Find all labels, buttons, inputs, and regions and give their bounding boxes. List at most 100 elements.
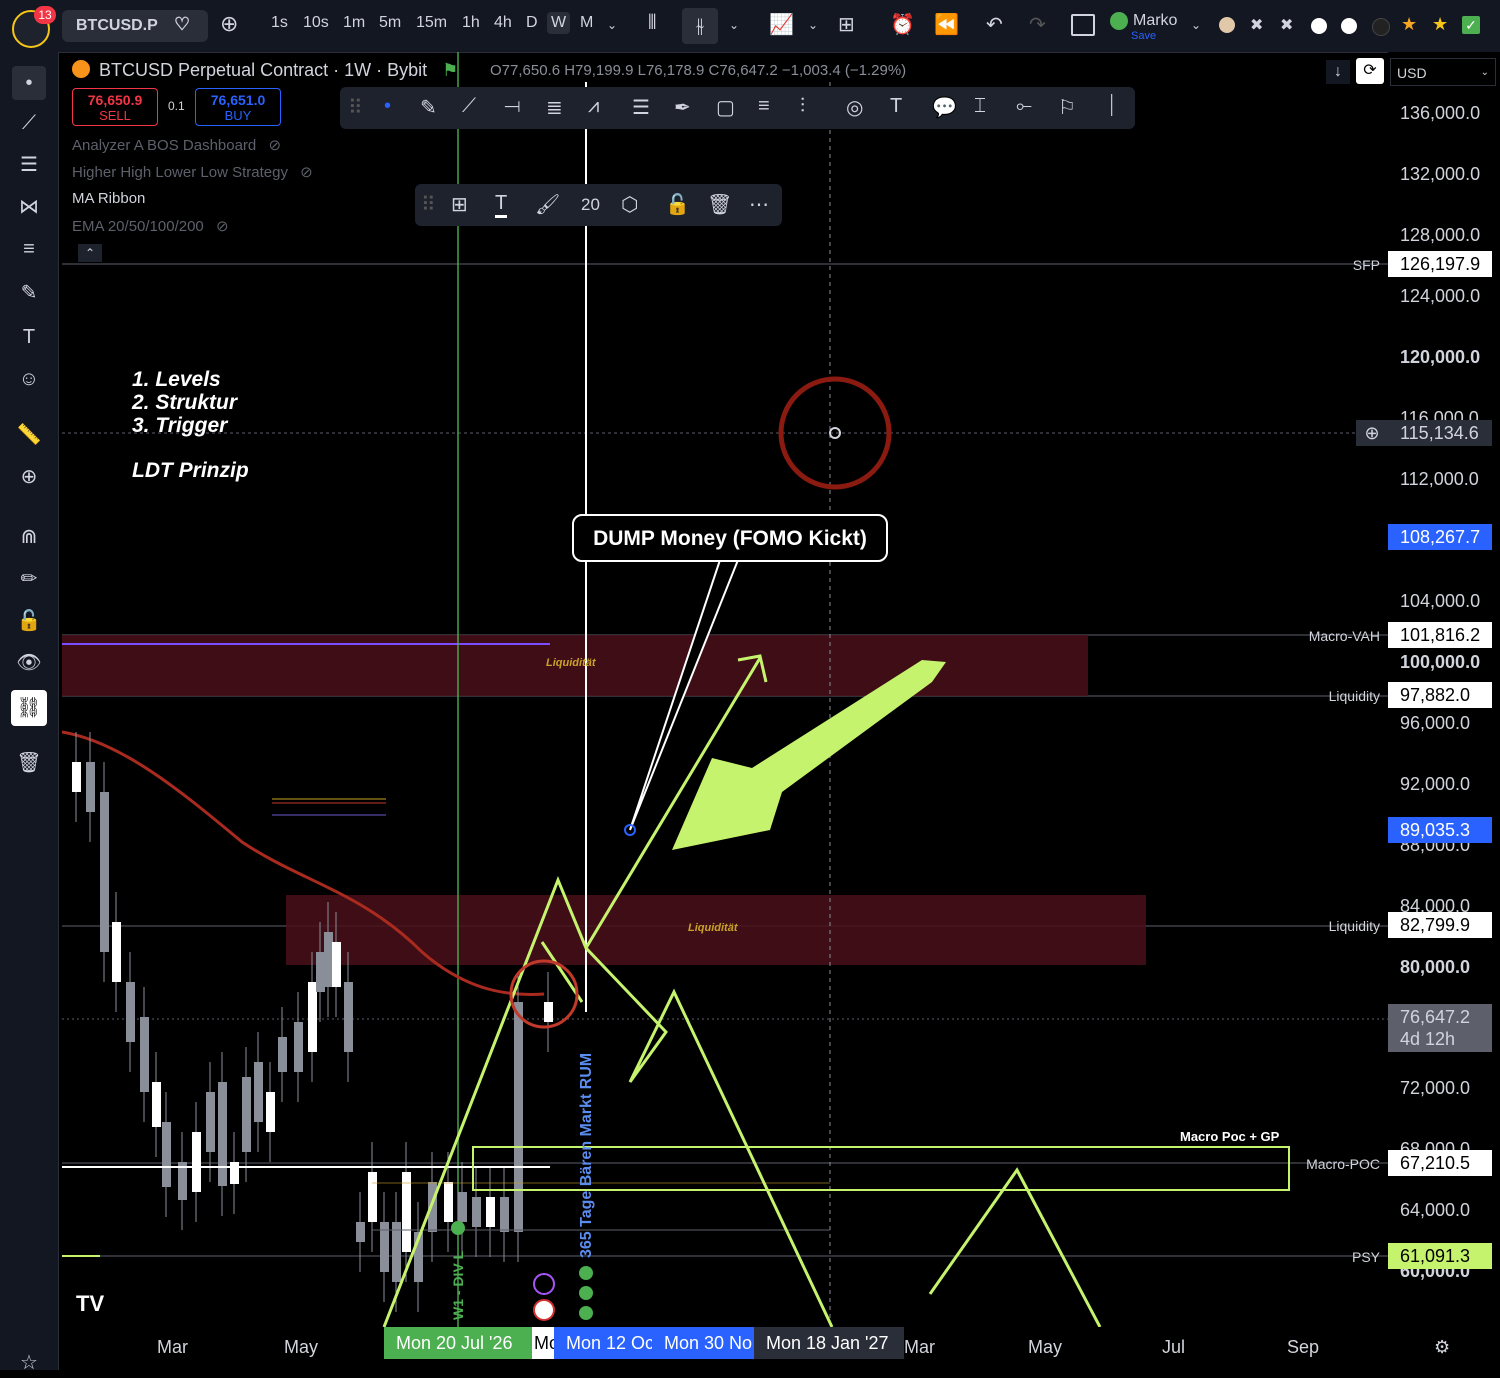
drag-handle-icon[interactable]: ⠿ [348, 95, 363, 120]
lock-icon[interactable]: 🔓 [665, 192, 690, 217]
link-icon[interactable]: ⛓ [11, 690, 47, 726]
widget-icon-1[interactable] [1219, 17, 1235, 33]
user-name[interactable]: Marko [1133, 12, 1177, 30]
crosshair-plus-icon[interactable]: ⊕ [1356, 420, 1388, 446]
trendline-icon[interactable]: ⟋ [14, 108, 44, 138]
currency-select[interactable]: USD ⌄ [1390, 58, 1496, 86]
tf-5m[interactable]: 5m [379, 14, 401, 32]
chevron-down-icon[interactable]: ⌄ [607, 18, 617, 32]
candle-body [126, 982, 135, 1042]
emoji-icon[interactable]: ☺ [14, 364, 44, 394]
parallel-channel-icon[interactable]: ≣ [546, 95, 563, 120]
chevron-down-icon[interactable]: ⌄ [808, 18, 818, 32]
star-icon[interactable]: ★ [1432, 14, 1448, 35]
favorites-star-icon[interactable]: ☆ [14, 1348, 44, 1378]
compare-add-icon[interactable]: ⊕ [220, 11, 238, 37]
delete-icon[interactable]: 🗑 [707, 192, 732, 217]
trendline-icon[interactable]: ⟋ [462, 95, 476, 118]
settings-gear-icon[interactable]: ⚙ [1434, 1337, 1450, 1358]
undo-icon[interactable]: ↶ [986, 12, 1003, 37]
save-label[interactable]: Save [1131, 30, 1156, 42]
bar-chart-icon[interactable]: ⫴ [648, 12, 656, 35]
magnet-icon[interactable]: ⋒ [14, 522, 44, 552]
fill-color-icon[interactable]: 🖌 [535, 192, 560, 217]
drag-handle-icon[interactable]: ⠿ [421, 192, 436, 217]
long-position-icon[interactable]: ⚐ [1058, 95, 1076, 120]
strategy-notes[interactable]: 1. Levels 2. Struktur 3. Trigger LDT Pri… [132, 368, 249, 482]
replay-icon[interactable]: ⏪ [934, 12, 959, 37]
text-icon[interactable]: T [890, 95, 902, 118]
tf-1m[interactable]: 1m [343, 14, 365, 32]
color-dot-icon[interactable]: • [384, 95, 391, 118]
indicator-analyzer[interactable]: Analyzer A BOS Dashboard ⊘ [72, 136, 281, 154]
layouts-grid-icon[interactable]: ⊞ [838, 12, 855, 37]
notification-badge[interactable]: 13 [34, 6, 56, 24]
pattern-icon[interactable]: ⋈ [14, 192, 44, 222]
symbol-search-button[interactable]: BTCUSD.P ♡ [62, 10, 208, 42]
widget-icon-6[interactable] [1372, 18, 1390, 36]
chart-title[interactable]: BTCUSD Perpetual Contract · 1W · Bybit ⚑ [72, 60, 458, 81]
price-range-icon[interactable]: ⌶ [974, 95, 986, 118]
vertical-line-icon[interactable]: ⏐ [1106, 95, 1117, 118]
indicator-ema[interactable]: EMA 20/50/100/200 ⊘ [72, 217, 229, 235]
regression-icon[interactable]: ☰ [632, 95, 650, 120]
tf-15m[interactable]: 15m [416, 14, 447, 32]
pencil-lock-icon[interactable]: ✏ [14, 564, 44, 594]
watchlist-heart-icon[interactable]: ♡ [174, 14, 190, 35]
date-range-icon[interactable]: ⟜ [1016, 95, 1032, 118]
pen-icon[interactable]: ✒ [674, 95, 691, 120]
rectangle-icon[interactable]: ▢ [716, 95, 735, 120]
tf-1s[interactable]: 1s [271, 14, 288, 32]
widget-icon-5[interactable] [1341, 18, 1357, 34]
tf-10s[interactable]: 10s [303, 14, 329, 32]
fib-retracement-icon[interactable]: ≡ [758, 95, 770, 118]
sell-button[interactable]: 76,650.9 SELL [72, 88, 158, 126]
indicator-ma-ribbon[interactable]: MA Ribbon [72, 190, 145, 207]
widget-icon-3[interactable]: ✖ [1280, 15, 1293, 35]
text-color-icon[interactable]: T [495, 192, 508, 218]
settings-icon[interactable]: ⬡ [621, 192, 638, 217]
lock-icon[interactable]: 🔓 [14, 606, 44, 636]
zigzag-icon[interactable]: ⩘ [588, 95, 599, 118]
redo-icon[interactable]: ↷ [1029, 12, 1046, 37]
ruler-icon[interactable]: 📏 [14, 420, 44, 450]
horizontal-ray-icon[interactable]: ⟞ [504, 95, 521, 118]
buy-button[interactable]: 76,651.0 BUY [195, 88, 281, 126]
font-size-value[interactable]: 20 [581, 195, 600, 215]
text-tool-icon[interactable]: T [14, 322, 44, 352]
cursor-dot-icon[interactable]: • [12, 66, 46, 100]
auto-scale-icon[interactable]: ⟳ [1356, 58, 1384, 84]
fib-fan-icon[interactable]: ⫶ [800, 95, 805, 118]
widget-icon-2[interactable]: ✖ [1250, 15, 1263, 35]
fullscreen-icon[interactable] [1071, 14, 1095, 36]
eye-icon[interactable]: 👁 [14, 648, 44, 678]
chevron-down-icon[interactable]: ⌄ [729, 18, 739, 32]
check-icon[interactable]: ✓ [1462, 16, 1480, 34]
scroll-down-icon[interactable]: ↓ [1326, 60, 1350, 84]
zoom-in-icon[interactable]: ⊕ [14, 462, 44, 492]
alert-clock-icon[interactable]: ⏰ [890, 12, 915, 37]
templates-icon[interactable]: ⊞ [451, 192, 468, 217]
circle-icon[interactable]: ◎ [846, 95, 863, 120]
chevron-down-icon[interactable]: ⌄ [1191, 18, 1201, 32]
callout-icon[interactable]: 💬 [932, 95, 957, 120]
tf-D[interactable]: D [526, 14, 538, 32]
indicators-icon[interactable]: 📈 [769, 12, 794, 37]
star-icon[interactable]: ★ [1401, 14, 1417, 35]
collapse-legend-icon[interactable]: ⌃ [78, 244, 102, 262]
widget-icon-4[interactable] [1311, 18, 1327, 34]
tf-4h[interactable]: 4h [494, 14, 512, 32]
tf-1h[interactable]: 1h [462, 14, 480, 32]
indicator-hhll[interactable]: Higher High Lower Low Strategy ⊘ [72, 163, 313, 181]
candles-icon[interactable]: ⫳ [682, 8, 718, 44]
tf-M[interactable]: M [580, 14, 593, 32]
dump-money-callout[interactable]: DUMP Money (FOMO Kickt) [572, 514, 888, 562]
brush-icon[interactable]: ✎ [420, 95, 437, 120]
tf-W[interactable]: W [547, 12, 571, 34]
horizontal-lines-icon[interactable]: ☰ [14, 150, 44, 180]
time-axis[interactable]: Mar May Mon 20 Jul '26 Mor Mon 12 Oc Mon… [62, 1327, 1500, 1370]
brush-icon[interactable]: ✎ [14, 278, 44, 308]
more-icon[interactable]: ⋯ [749, 192, 769, 217]
trash-icon[interactable]: 🗑 [14, 748, 44, 778]
fib-icon[interactable]: ≡ [14, 234, 44, 264]
